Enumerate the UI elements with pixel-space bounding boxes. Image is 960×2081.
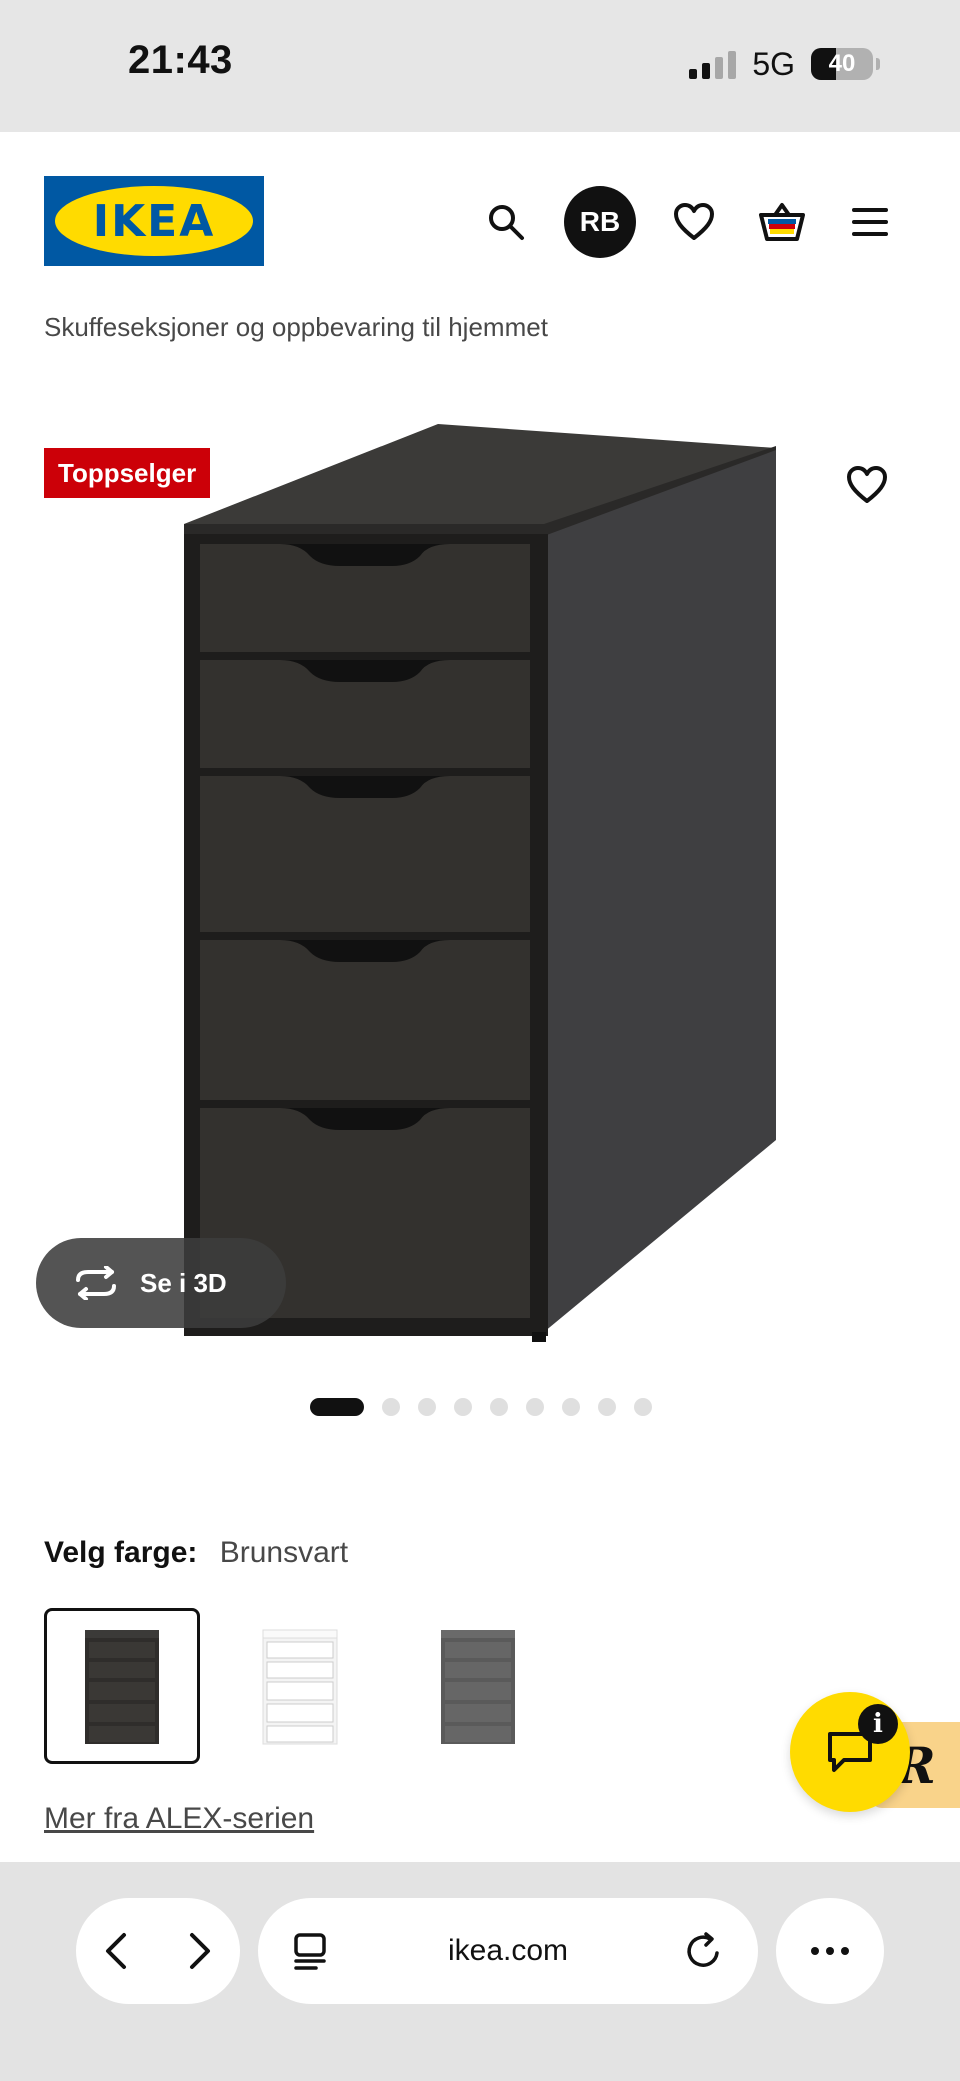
gallery-pagination <box>310 1398 652 1416</box>
color-label: Velg farge: <box>44 1536 198 1569</box>
gallery-dot[interactable] <box>562 1398 580 1416</box>
gallery-dot[interactable] <box>418 1398 436 1416</box>
menu-icon[interactable] <box>840 192 900 252</box>
nav-buttons <box>76 1898 240 2004</box>
status-indicators: 5G 40 <box>689 44 880 84</box>
logo-text: IKEA <box>92 195 216 247</box>
heart-icon[interactable] <box>664 192 724 252</box>
browser-toolbar: ikea.com <box>0 1862 960 2081</box>
color-value: Brunsvart <box>219 1536 349 1569</box>
back-icon[interactable] <box>102 1931 132 1971</box>
gallery-dot[interactable] <box>454 1398 472 1416</box>
color-swatch-white[interactable] <box>222 1608 378 1764</box>
battery-level: 40 <box>828 50 856 77</box>
reload-icon[interactable] <box>684 1931 724 1971</box>
series-link[interactable]: Mer fra ALEX-serien <box>44 1802 314 1836</box>
top-seller-badge: Toppselger <box>44 448 211 498</box>
gallery-dot[interactable] <box>634 1398 652 1416</box>
breadcrumb[interactable]: Skuffeseksjoner og oppbevaring til hjemm… <box>44 312 548 343</box>
gallery-dot[interactable] <box>310 1398 364 1416</box>
color-swatches <box>44 1608 556 1764</box>
address-bar[interactable]: ikea.com <box>258 1898 758 2004</box>
info-badge: i <box>858 1704 898 1744</box>
color-swatch-brown-black[interactable] <box>44 1608 200 1764</box>
signal-icon <box>689 49 737 79</box>
color-selection: Velg farge: Brunsvart <box>44 1536 348 1570</box>
more-menu-button[interactable] <box>776 1898 884 2004</box>
more-dots-icon <box>811 1947 849 1955</box>
rotate-3d-icon <box>76 1266 116 1300</box>
forward-icon[interactable] <box>184 1931 214 1971</box>
chat-widget: R i <box>790 1692 960 1812</box>
gallery-dot[interactable] <box>382 1398 400 1416</box>
header-actions: RB <box>476 184 900 260</box>
favorite-heart-icon[interactable] <box>846 466 894 514</box>
tabs-overview-icon[interactable] <box>292 1931 332 1971</box>
basket-icon[interactable] <box>752 192 812 252</box>
product-image[interactable] <box>170 420 790 1350</box>
network-type: 5G <box>752 45 795 82</box>
color-swatch-grey[interactable] <box>400 1608 556 1764</box>
search-icon[interactable] <box>476 192 536 252</box>
status-time: 21:43 <box>128 38 233 82</box>
gallery-dot[interactable] <box>598 1398 616 1416</box>
view-3d-button[interactable]: Se i 3D <box>36 1238 286 1328</box>
status-bar: 21:43 5G 40 <box>0 0 960 132</box>
avatar[interactable]: RB <box>564 186 636 258</box>
url-text: ikea.com <box>447 1934 569 1967</box>
battery-icon: 40 <box>811 48 873 80</box>
gallery-dot[interactable] <box>490 1398 508 1416</box>
ikea-logo[interactable]: IKEA <box>44 176 264 266</box>
view-3d-label: Se i 3D <box>140 1267 227 1298</box>
gallery-dot[interactable] <box>526 1398 544 1416</box>
